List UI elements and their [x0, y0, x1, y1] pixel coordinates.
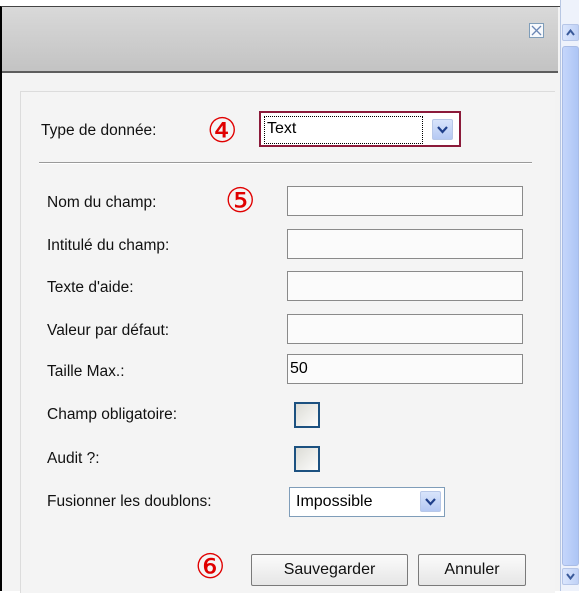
cancel-button[interactable]: Annuler: [418, 554, 526, 586]
field-title-input[interactable]: [287, 229, 523, 259]
scroll-down-icon[interactable]: [562, 568, 579, 585]
chevron-down-icon[interactable]: [432, 119, 453, 140]
merge-select[interactable]: Impossible: [289, 487, 445, 517]
scrollbar-thumb[interactable]: [562, 46, 579, 566]
save-button[interactable]: Sauvegarder: [251, 554, 408, 586]
field-title-label: Intitulé du champ:: [47, 237, 170, 254]
required-checkbox[interactable]: [294, 402, 320, 428]
help-text-input[interactable]: [287, 271, 523, 301]
default-value-label: Valeur par défaut:: [47, 322, 170, 339]
annotation-step-6: ⑥: [195, 547, 226, 587]
type-select-value: Text: [267, 120, 297, 137]
field-name-label: Nom du champ:: [47, 194, 157, 211]
field-name-input[interactable]: [287, 186, 523, 216]
form-panel: Type de donnée: ④ Text Nom du champ: ⑤ I…: [20, 91, 555, 593]
type-label: Type de donnée:: [41, 122, 157, 139]
audit-label: Audit ?:: [47, 450, 100, 467]
vertical-scrollbar[interactable]: [560, 0, 579, 591]
max-size-label: Taille Max.:: [47, 363, 125, 380]
annotation-step-5: ⑤: [225, 181, 256, 221]
page: Type de donnée: ④ Text Nom du champ: ⑤ I…: [0, 0, 579, 593]
field-dialog: Type de donnée: ④ Text Nom du champ: ⑤ I…: [0, 6, 560, 593]
type-select[interactable]: Text: [259, 111, 461, 147]
audit-checkbox[interactable]: [294, 446, 320, 472]
help-text-label: Texte d'aide:: [47, 279, 134, 296]
scroll-up-icon[interactable]: [562, 24, 579, 41]
dialog-titlebar: [2, 7, 558, 73]
divider: [39, 162, 532, 164]
close-icon[interactable]: [529, 23, 544, 38]
default-value-input[interactable]: [287, 314, 523, 344]
merge-select-value: Impossible: [296, 493, 373, 510]
required-label: Champ obligatoire:: [47, 406, 178, 423]
merge-label: Fusionner les doublons:: [47, 493, 212, 510]
annotation-step-4: ④: [207, 111, 238, 151]
max-size-input[interactable]: [287, 354, 523, 384]
chevron-down-icon[interactable]: [420, 491, 441, 512]
